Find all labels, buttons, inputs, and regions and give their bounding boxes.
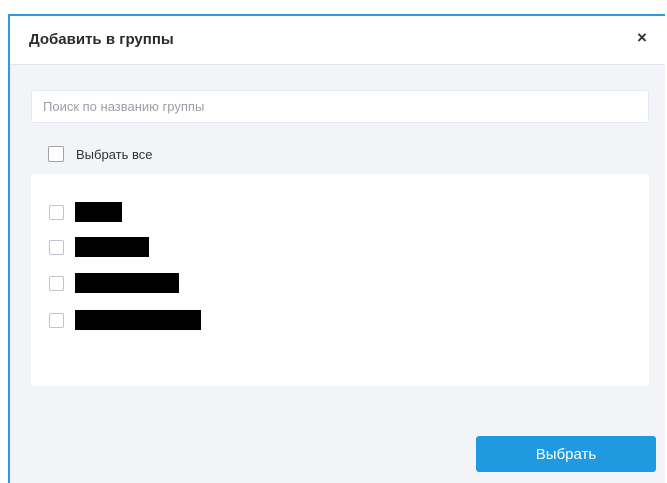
group-checkbox[interactable] (49, 275, 64, 291)
close-icon[interactable]: × (631, 27, 653, 49)
group-list (31, 174, 649, 386)
select-all-label: Выбрать все (76, 146, 153, 162)
group-checkbox[interactable] (49, 312, 64, 328)
group-list-item[interactable] (49, 310, 201, 330)
select-all-checkbox[interactable] (48, 146, 64, 162)
group-search-input[interactable] (31, 90, 649, 123)
dialog-title: Добавить в группы (29, 31, 174, 48)
select-button[interactable]: Выбрать (476, 436, 656, 472)
group-name-redacted (75, 310, 201, 330)
group-list-item[interactable] (49, 237, 149, 257)
group-list-item[interactable] (49, 273, 179, 293)
group-name-redacted (75, 237, 149, 257)
group-name-redacted (75, 202, 122, 222)
group-checkbox[interactable] (49, 239, 64, 255)
group-list-item[interactable] (49, 202, 122, 222)
group-name-redacted (75, 273, 179, 293)
add-to-groups-dialog: Добавить в группы × Выбрать все Выбрать (8, 14, 665, 483)
dialog-header: Добавить в группы × (10, 16, 665, 65)
group-checkbox[interactable] (49, 204, 64, 220)
select-all-option[interactable]: Выбрать все (48, 144, 152, 164)
